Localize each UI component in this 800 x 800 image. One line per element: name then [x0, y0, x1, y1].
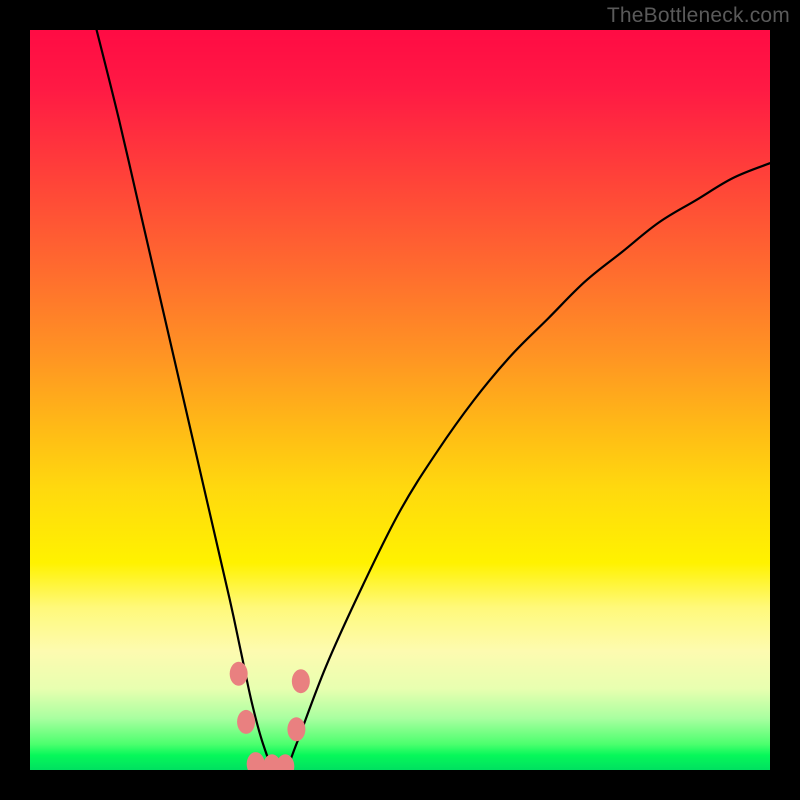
plot-area	[30, 30, 770, 770]
chart-svg	[30, 30, 770, 770]
curve-marker	[247, 752, 265, 770]
curve-marker	[292, 669, 310, 693]
curve-marker	[237, 710, 255, 734]
curve-marker	[230, 662, 248, 686]
watermark-text: TheBottleneck.com	[607, 4, 790, 28]
chart-frame: TheBottleneck.com	[0, 0, 800, 800]
curve-markers	[230, 662, 310, 770]
curve-marker	[287, 717, 305, 741]
bottleneck-curve	[97, 30, 770, 770]
